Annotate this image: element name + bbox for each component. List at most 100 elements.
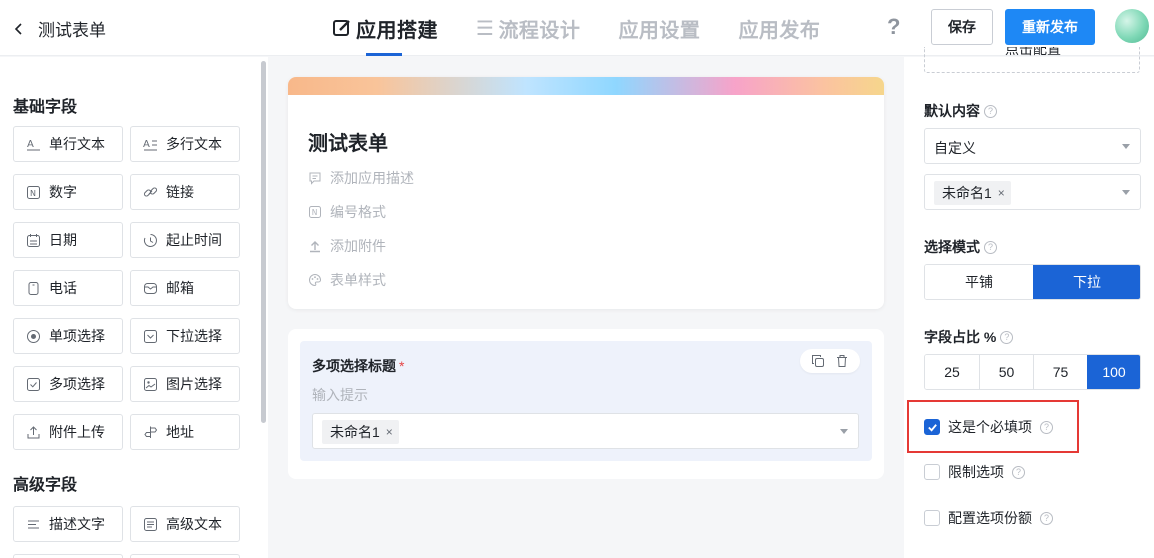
form-title[interactable]: 测试表单 [308,127,388,156]
help-circle-icon[interactable]: ? [1040,511,1053,525]
caret-down-icon [1122,190,1130,195]
single-line-text-icon: A [27,139,40,150]
tab-app-build[interactable]: 应用搭建 [332,0,438,56]
field-location[interactable]: 地址 [130,414,240,450]
option-quota-row[interactable]: 配置选项份额 ? [924,508,1053,528]
ratio-75-option[interactable]: 75 [1033,355,1087,389]
property-panel: 点击配置 默认内容 ? 自定义 未命名1 × 选择模式 ? 平铺 下拉 字段占比… [904,47,1154,558]
avatar[interactable] [1115,9,1149,43]
caret-down-icon [1122,144,1130,149]
field-description[interactable]: 描述文字 [13,506,123,542]
calendar-icon [27,233,40,247]
svg-text:N: N [30,189,36,198]
default-content-label: 默认内容 ? [924,101,997,121]
trash-icon[interactable] [835,354,849,368]
palette-icon [309,273,322,287]
option-quota-checkbox[interactable] [924,510,940,526]
field-checkbox[interactable]: 多项选择 [13,366,123,402]
location-icon [144,426,158,438]
field-time-range[interactable]: 起止时间 [130,222,240,258]
chip-close-icon[interactable]: × [998,186,1005,200]
field-rich-text[interactable]: 高级文本 [130,506,240,542]
image-icon [144,377,157,391]
back-button[interactable]: 测试表单 [12,16,106,41]
tab-app-publish[interactable]: 应用发布 [738,0,820,56]
add-attachment-link[interactable]: 添加附件 [308,236,386,256]
ratio-25-option[interactable]: 25 [925,355,979,389]
field-hint: 输入提示 [312,387,368,403]
mail-icon [144,282,157,294]
multi-select-field[interactable]: 多项选择标题 * 输入提示 未命名1 × [300,341,872,461]
field-phone[interactable]: 电话 [13,270,123,306]
number-format-link[interactable]: N 编号格式 [308,202,386,222]
field-radio[interactable]: 单项选择 [13,318,123,354]
radio-icon [27,329,40,343]
field-date[interactable]: 日期 [13,222,123,258]
phone-icon [28,281,39,295]
field-upload[interactable]: 附件上传 [13,414,123,450]
field-image[interactable]: 图片选择 [130,366,240,402]
field-dropdown[interactable]: 下拉选择 [130,318,240,354]
config-box[interactable]: 点击配置 [924,47,1140,73]
form-field-card[interactable]: 多项选择标题 * 输入提示 未命名1 × [288,329,884,479]
edit-icon [333,20,350,36]
description-icon [28,520,39,528]
republish-button[interactable]: 重新发布 [1005,9,1095,45]
mode-tile-option[interactable]: 平铺 [925,265,1033,299]
help-circle-icon[interactable]: ? [984,104,997,118]
field-single-line-text[interactable]: A 单行文本 [13,126,123,162]
required-mark: * [399,358,405,374]
chevron-left-icon [14,22,22,35]
field-more-2[interactable] [130,554,240,558]
number-icon: N [27,185,40,199]
tab-flow-design[interactable]: ☰ 流程设计 [476,0,580,56]
field-ratio-toggle: 25 50 75 100 [924,354,1141,390]
field-ratio-label: 字段占比 % ? [924,327,1014,347]
field-link[interactable]: 链接 [130,174,240,210]
limit-options-checkbox[interactable] [924,464,940,480]
field-actions [800,349,860,373]
checkbox-icon [27,377,40,391]
form-style-link[interactable]: 表单样式 [308,270,386,290]
field-number[interactable]: N 数字 [13,174,123,210]
field-library: 基础字段 A 单行文本 A 多行文本 N 数字 链接 日期 起止时间 电话 邮箱… [0,57,268,558]
dropdown-icon [144,329,157,343]
multi-line-text-icon: A [143,139,157,150]
rich-text-icon [144,517,157,531]
default-value-select[interactable]: 未命名1 × [924,174,1141,210]
caret-down-icon [840,429,848,434]
ratio-50-option[interactable]: 50 [979,355,1033,389]
help-icon[interactable]: ? [887,14,900,40]
add-description-link[interactable]: 添加应用描述 [308,168,414,188]
upload-icon [310,241,320,253]
main-tabs: 应用搭建 ☰ 流程设计 应用设置 应用发布 [332,0,820,56]
tab-app-settings[interactable]: 应用设置 [618,0,700,56]
lines-icon: ☰ [476,17,495,40]
app-title: 测试表单 [38,21,106,40]
ratio-100-option[interactable]: 100 [1087,355,1140,389]
field-mail[interactable]: 邮箱 [130,270,240,306]
field-title: 多项选择标题 * [312,358,405,374]
mode-dropdown-option[interactable]: 下拉 [1033,265,1140,299]
field-select-input[interactable]: 未命名1 × [312,413,859,449]
advanced-fields-title: 高级字段 [13,477,78,494]
help-circle-icon[interactable]: ? [984,240,997,254]
svg-text:A: A [143,139,150,150]
svg-text:A: A [27,139,34,150]
selected-chip: 未命名1 × [322,420,399,444]
basic-fields-title: 基础字段 [13,99,78,116]
copy-icon[interactable] [811,354,825,368]
save-button[interactable]: 保存 [931,9,993,45]
svg-text:N: N [312,208,318,217]
help-circle-icon[interactable]: ? [1000,330,1014,344]
default-content-select[interactable]: 自定义 [924,128,1141,164]
field-multi-line-text[interactable]: A 多行文本 [130,126,240,162]
limit-options-row[interactable]: 限制选项 ? [924,462,1025,482]
sidebar-scrollbar[interactable] [261,61,266,423]
form-header-card[interactable]: 测试表单 添加应用描述 N 编号格式 添加附件 表单样式 [288,77,884,309]
field-more-1[interactable] [13,554,123,558]
comment-icon [309,172,321,185]
chip-close-icon[interactable]: × [386,425,393,439]
help-circle-icon[interactable]: ? [1012,465,1025,479]
select-mode-toggle: 平铺 下拉 [924,264,1141,300]
